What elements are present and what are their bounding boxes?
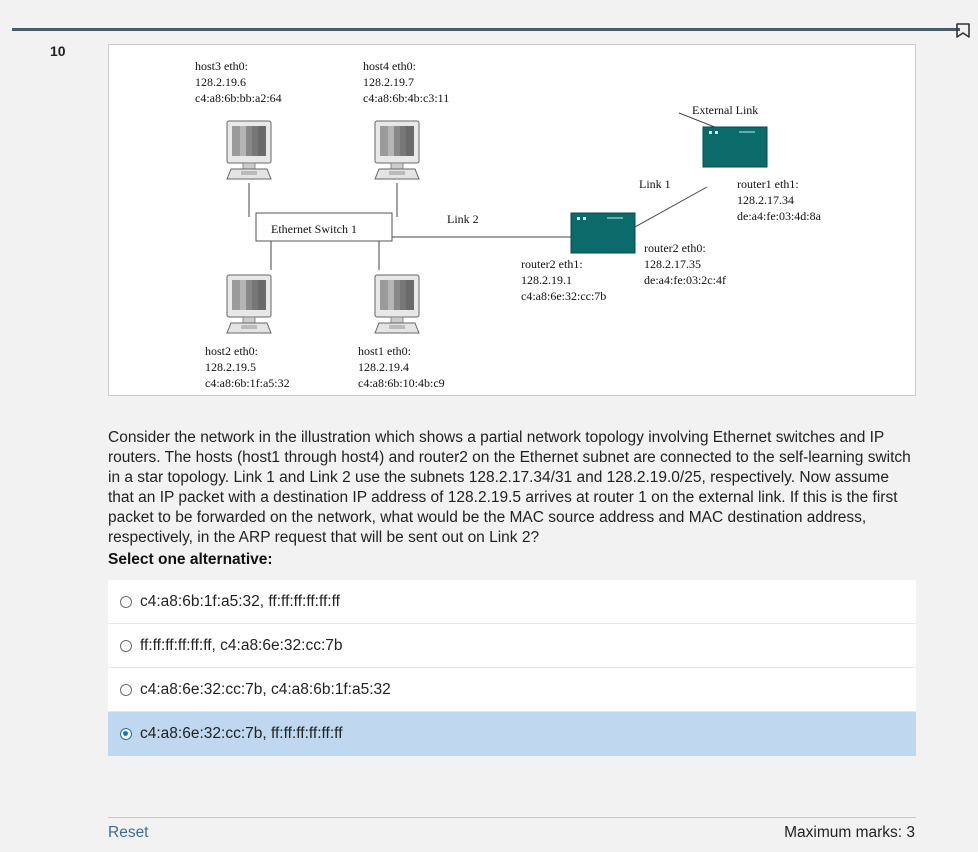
link2-label: Link 2 [447, 212, 479, 226]
host2-ip: 128.2.19.5 [205, 360, 256, 374]
router2-eth1-mac: c4:a8:6e:32:cc:7b [521, 289, 606, 303]
option-label: c4:a8:6e:32:cc:7b, ff:ff:ff:ff:ff:ff [140, 725, 343, 742]
host3-ip: 128.2.19.6 [195, 75, 246, 89]
answer-option-3[interactable]: c4:a8:6e:32:cc:7b, c4:a8:6b:1f:a5:32 [108, 668, 916, 712]
option-label: c4:a8:6e:32:cc:7b, c4:a8:6b:1f:a5:32 [140, 680, 391, 698]
select-label: Select one alternative: [108, 551, 273, 568]
router1-eth1-ip: 128.2.17.34 [737, 193, 794, 207]
answer-option-2[interactable]: ff:ff:ff:ff:ff:ff, c4:a8:6e:32:cc:7b [108, 624, 916, 668]
host3-mac: c4:a8:6b:bb:a2:64 [195, 91, 282, 105]
host1-mac: c4:a8:6b:10:4b:c9 [358, 376, 445, 390]
radio-button[interactable] [120, 683, 132, 696]
router2-eth0-mac: de:a4:fe:03:2c:4f [644, 273, 726, 287]
radio-button[interactable] [120, 595, 132, 608]
option-label: ff:ff:ff:ff:ff:ff, c4:a8:6e:32:cc:7b [140, 636, 343, 654]
question-text: Consider the network in the illustration… [108, 429, 911, 546]
network-diagram: Ethernet Switch 1 host3 eth0: 128.2.19.6… [108, 44, 916, 396]
computer-icon [226, 120, 272, 180]
maximum-marks: Maximum marks: 3 [784, 824, 915, 841]
host4-iface: host4 eth0: [363, 59, 416, 73]
external-link-label: External Link [692, 103, 758, 117]
computer-icon [226, 274, 272, 334]
router-icon [570, 212, 636, 254]
option-label: c4:a8:6b:1f:a5:32, ff:ff:ff:ff:ff:ff [140, 592, 340, 610]
question-number: 10 [50, 43, 66, 59]
router1-eth1-mac: de:a4:fe:03:4d:8a [737, 209, 822, 223]
radio-button[interactable] [120, 639, 132, 652]
host2-mac: c4:a8:6b:1f:a5:32 [205, 376, 290, 390]
footer-divider [108, 817, 916, 818]
host3-iface: host3 eth0: [195, 59, 248, 73]
router2-eth0-iface: router2 eth0: [644, 241, 706, 255]
answer-option-1[interactable]: c4:a8:6b:1f:a5:32, ff:ff:ff:ff:ff:ff [108, 580, 916, 624]
reset-link[interactable]: Reset [108, 824, 149, 842]
host4-mac: c4:a8:6b:4b:c3:11 [363, 91, 449, 105]
switch-label: Ethernet Switch 1 [271, 222, 357, 236]
router1-eth1-iface: router1 eth1: [737, 177, 799, 191]
router2-eth1-iface: router2 eth1: [521, 257, 583, 271]
answer-option-4[interactable]: c4:a8:6e:32:cc:7b, ff:ff:ff:ff:ff:ff [108, 712, 916, 756]
computer-icon [374, 120, 420, 180]
host1-ip: 128.2.19.4 [358, 360, 409, 374]
answer-options: c4:a8:6b:1f:a5:32, ff:ff:ff:ff:ff:ff ff:… [108, 580, 916, 756]
radio-button-selected[interactable] [120, 728, 132, 740]
host2-iface: host2 eth0: [205, 344, 258, 358]
host1-iface: host1 eth0: [358, 344, 411, 358]
link1-label: Link 1 [639, 177, 671, 191]
computer-icon [374, 274, 420, 334]
router-icon [702, 126, 768, 168]
top-divider [12, 28, 960, 31]
router2-eth1-ip: 128.2.19.1 [521, 273, 572, 287]
host4-ip: 128.2.19.7 [363, 75, 414, 89]
flag-icon[interactable] [955, 22, 971, 44]
router2-eth0-ip: 128.2.17.35 [644, 257, 701, 271]
